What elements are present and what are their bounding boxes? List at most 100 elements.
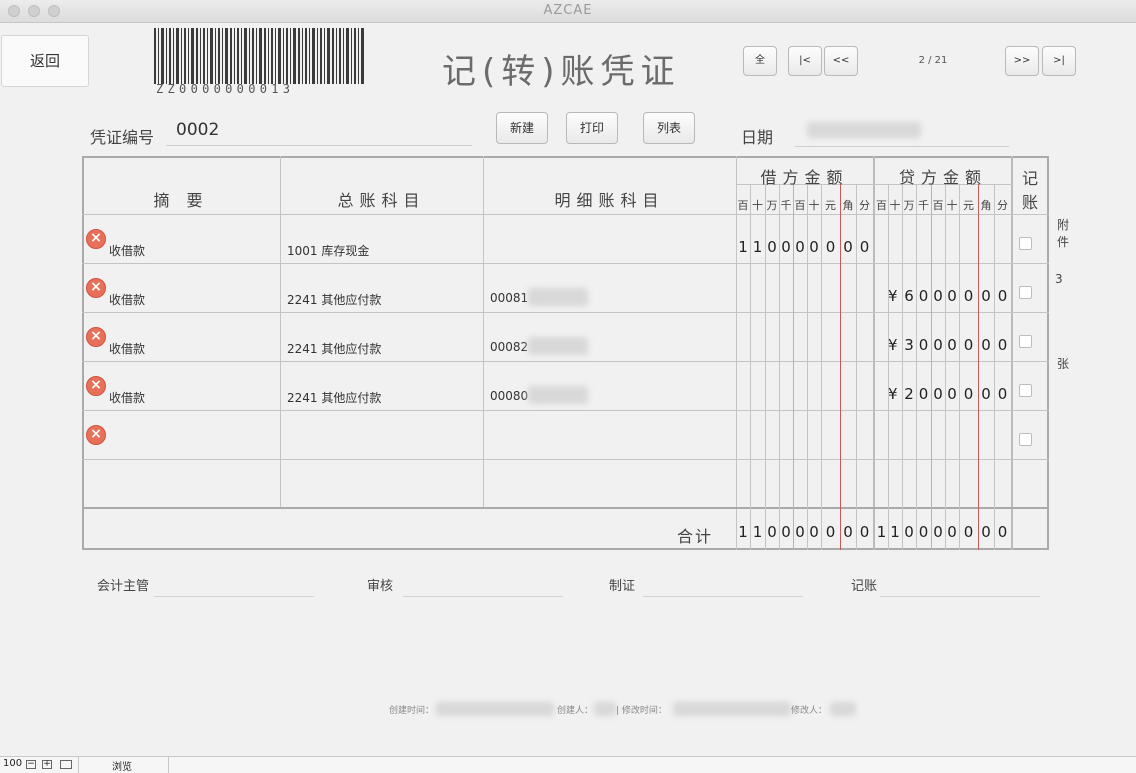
total-debit-digit: 0 [825, 523, 836, 541]
delete-row-icon[interactable]: × [86, 327, 106, 347]
barcode-number: ZZ0000000013 [156, 82, 295, 96]
prepared-label: 制证 [609, 579, 636, 594]
debit-unit-label: 百 [737, 199, 749, 212]
header-general-account: 总账科目 [337, 191, 426, 210]
new-voucher-button[interactable]: 新建 [496, 112, 548, 144]
row-credit-currency-symbol: ¥ [888, 287, 898, 305]
first-page-button[interactable]: |< [788, 46, 822, 76]
total-label: 合计 [677, 527, 714, 546]
row-summary[interactable]: 收借款 [109, 291, 145, 308]
row-credit-digit: 3 [904, 336, 914, 354]
modified-time-label: | 修改时间： [616, 706, 667, 716]
delete-row-icon[interactable]: × [86, 278, 106, 298]
window-title: AZCAE [543, 3, 593, 18]
redacted-creator [594, 702, 616, 716]
total-debit-digit: 0 [809, 523, 819, 541]
date-field[interactable] [795, 118, 1009, 147]
redacted-created-time [436, 702, 554, 716]
previous-page-button[interactable]: << [824, 46, 858, 76]
row-debit-digit: 0 [809, 238, 819, 256]
row-credit-digit: 0 [918, 336, 929, 354]
credit-unit-label: 元 [963, 199, 974, 212]
last-page-button[interactable]: >| [1042, 46, 1076, 76]
row-debit-digit: 0 [843, 238, 853, 256]
credit-unit-label: 角 [980, 199, 992, 212]
total-credit-digit: 0 [963, 523, 974, 541]
row-credit-digit: 0 [997, 336, 1008, 354]
list-button[interactable]: 列表 [643, 112, 695, 144]
posted-checkbox[interactable] [1019, 335, 1032, 348]
debit-unit-label: 万 [766, 199, 778, 212]
row-credit-digit: 0 [963, 385, 974, 403]
row-credit-digit: 0 [963, 287, 974, 305]
modifier-label: 修改人： [791, 706, 828, 716]
attachment-count[interactable]: 3 [1055, 272, 1063, 286]
credit-unit-label: 分 [997, 199, 1008, 212]
total-credit-digit: 0 [981, 523, 991, 541]
posted-checkbox[interactable] [1019, 433, 1032, 446]
row-debit-digit: 0 [795, 238, 805, 256]
posting-field[interactable] [880, 596, 1040, 597]
posted-checkbox[interactable] [1019, 286, 1032, 299]
window-titlebar: AZCAE [0, 0, 1136, 23]
total-debit-digit: 0 [859, 523, 870, 541]
posted-checkbox[interactable] [1019, 384, 1032, 397]
row-summary[interactable]: 收借款 [109, 389, 145, 406]
voucher-number-field[interactable]: 0002 [166, 118, 472, 146]
row-detail-account[interactable]: 00081 [490, 291, 528, 305]
debit-unit-label: 十 [752, 199, 763, 212]
total-credit-digit: 0 [904, 523, 914, 541]
row-credit-digit: 0 [981, 385, 991, 403]
delete-row-icon[interactable]: × [86, 229, 106, 249]
prepared-field[interactable] [643, 596, 803, 597]
zoom-level[interactable]: 100 [3, 758, 22, 769]
row-credit-digit: 0 [981, 287, 991, 305]
zoom-in-icon[interactable]: + [42, 760, 52, 769]
attachment-label-2: 件 [1057, 235, 1070, 249]
redacted-date [807, 122, 921, 138]
header-debit: 借方金额 [760, 168, 849, 187]
supervisor-field[interactable] [154, 596, 314, 597]
total-debit-digit: 0 [843, 523, 853, 541]
posted-checkbox[interactable] [1019, 237, 1032, 250]
row-detail-account[interactable]: 00080 [490, 389, 528, 403]
redacted-detail-name [528, 337, 588, 355]
row-detail-account[interactable]: 00082 [490, 340, 528, 354]
row-credit-digit: 0 [933, 336, 943, 354]
next-page-button[interactable]: >> [1005, 46, 1039, 76]
row-credit-currency-symbol: ¥ [888, 385, 898, 403]
header-detail-account: 明细账科目 [554, 191, 665, 210]
delete-row-icon[interactable]: × [86, 376, 106, 396]
total-debit-digit: 0 [767, 523, 777, 541]
row-credit-digit: 0 [963, 336, 974, 354]
show-all-button[interactable]: 全 [743, 46, 777, 76]
row-credit-digit: 0 [947, 336, 957, 354]
total-debit-digit: 0 [795, 523, 805, 541]
created-time-label: 创建时间： [389, 706, 435, 716]
row-summary[interactable]: 收借款 [109, 242, 145, 259]
page-indicator: 2 / 21 [918, 55, 948, 66]
row-general-account[interactable]: 2241 其他应付款 [287, 389, 381, 406]
header-credit: 贷方金额 [898, 168, 987, 187]
header-posted-2: 账 [1021, 193, 1038, 212]
row-general-account[interactable]: 2241 其他应付款 [287, 291, 381, 308]
print-button[interactable]: 打印 [566, 112, 618, 144]
back-button[interactable]: 返回 [1, 35, 89, 87]
row-summary[interactable]: 收借款 [109, 340, 145, 357]
total-credit-digit: 0 [933, 523, 943, 541]
zoom-out-icon[interactable]: − [26, 760, 36, 769]
total-credit-digit: 1 [876, 523, 887, 541]
layout-toggle-icon[interactable] [60, 760, 72, 769]
row-debit-digit: 1 [752, 238, 763, 256]
credit-unit-label: 百 [876, 199, 887, 212]
debit-unit-label: 百 [794, 199, 806, 212]
total-debit-digit: 1 [752, 523, 763, 541]
credit-unit-label: 万 [903, 199, 915, 212]
debit-unit-label: 千 [780, 199, 792, 212]
delete-row-icon[interactable]: × [86, 425, 106, 445]
row-general-account[interactable]: 2241 其他应付款 [287, 340, 381, 357]
total-credit-digit: 0 [997, 523, 1008, 541]
row-general-account[interactable]: 1001 库存现金 [287, 242, 369, 259]
row-credit-digit: 0 [981, 336, 991, 354]
review-field[interactable] [403, 596, 563, 597]
